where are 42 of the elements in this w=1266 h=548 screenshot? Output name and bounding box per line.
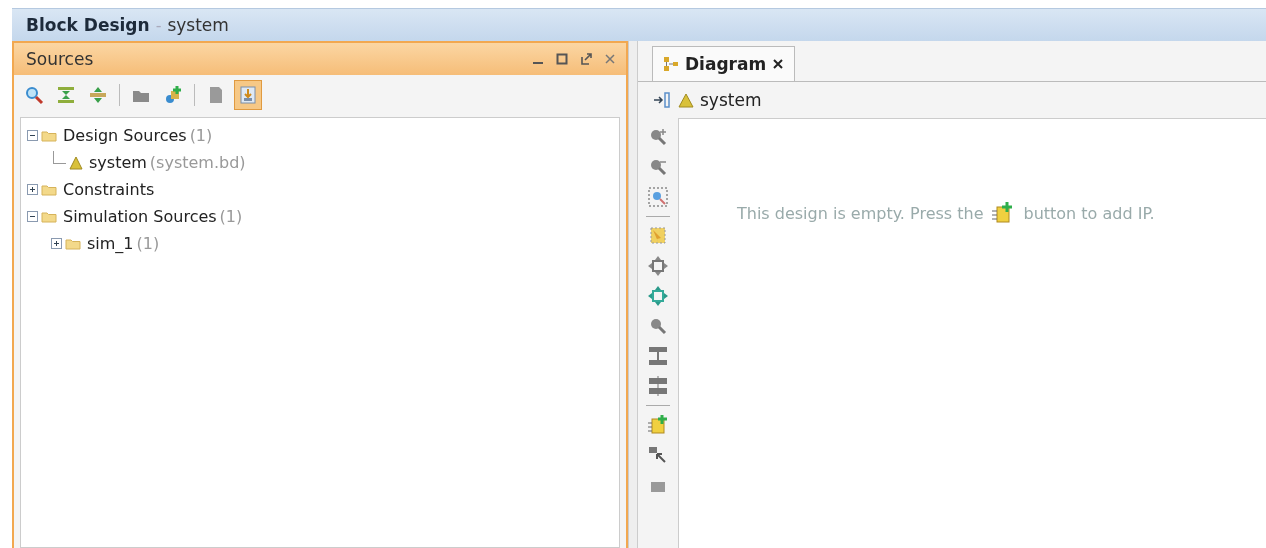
folder-icon (41, 210, 57, 223)
expand-toggle-icon[interactable] (27, 184, 38, 195)
search-icon (24, 85, 44, 105)
panel-title: Sources (26, 49, 95, 69)
collapse-toggle-icon[interactable] (27, 211, 38, 222)
diagram-tab[interactable]: Diagram (652, 46, 796, 81)
empty-message-end: button to add IP. (1023, 203, 1155, 223)
window-subtitle: system (167, 15, 229, 35)
folder-icon (65, 237, 81, 250)
item-count: (1) (136, 234, 160, 253)
collapse-toggle-icon[interactable] (27, 130, 38, 141)
window-title: Block Design (26, 15, 150, 35)
add-ip-icon[interactable] (647, 414, 669, 436)
file-name: (system.bd) (149, 153, 246, 172)
maximize-icon[interactable] (556, 53, 568, 65)
block-design-icon (69, 155, 83, 170)
spread-icon[interactable] (647, 375, 669, 397)
hierarchy-icon (238, 85, 258, 105)
tree-item[interactable]: Design Sources (63, 126, 187, 145)
breadcrumb[interactable]: system (700, 90, 762, 110)
title-separator: - (155, 15, 162, 35)
tree-item[interactable]: sim_1 (87, 234, 134, 253)
expand-toggle-icon[interactable] (51, 238, 62, 249)
align-icon[interactable] (647, 345, 669, 367)
tree-item[interactable]: Simulation Sources (63, 207, 217, 226)
add-icon (163, 85, 183, 105)
collapse-icon (56, 85, 76, 105)
float-icon[interactable] (580, 53, 592, 65)
block-design-icon (678, 92, 694, 108)
hierarchy-button[interactable] (234, 80, 262, 110)
item-count: (1) (189, 126, 213, 145)
empty-message: This design is empty. Press the (737, 203, 984, 223)
folder-icon (41, 183, 57, 196)
tree-item[interactable]: system (89, 153, 147, 172)
tree-item[interactable]: Constraints (63, 180, 155, 199)
expand-panel-icon[interactable] (652, 90, 672, 110)
diagram-icon (663, 56, 679, 72)
folder-icon (41, 129, 57, 142)
zoom-fit-icon[interactable] (647, 186, 669, 208)
expand-icon (88, 85, 108, 105)
close-icon[interactable] (772, 58, 785, 70)
item-count: (1) (219, 207, 243, 226)
